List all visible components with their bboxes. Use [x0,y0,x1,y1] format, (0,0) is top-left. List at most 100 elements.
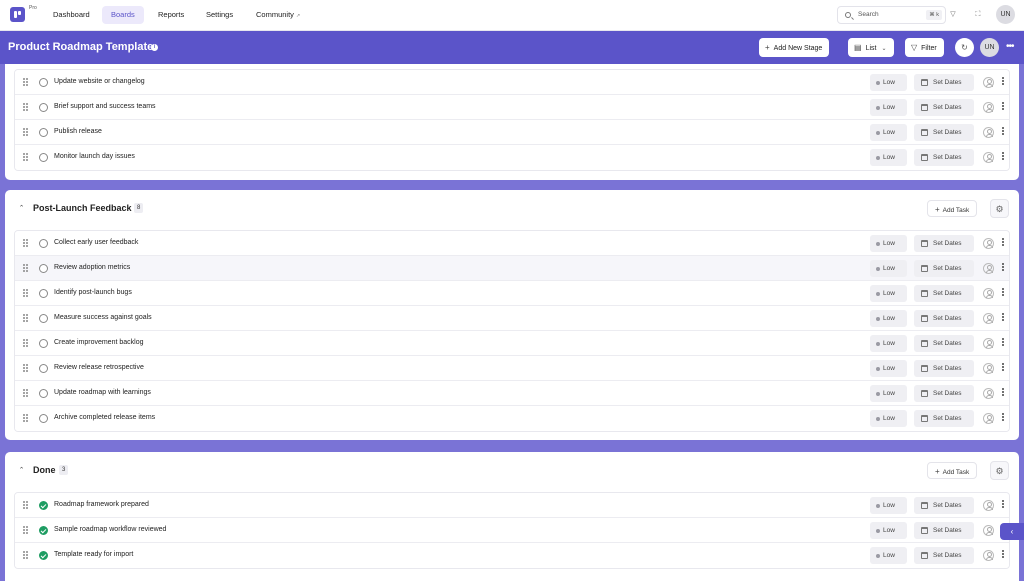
set-dates-button[interactable]: Set Dates [914,285,974,302]
task-more-icon[interactable] [1001,412,1005,424]
assignee-icon[interactable] [983,288,994,299]
gear-icon[interactable]: ⚙ [990,199,1009,218]
task-more-icon[interactable] [1001,387,1005,399]
task-name[interactable]: Sample roadmap workflow reviewed [54,526,166,533]
task-name[interactable]: Monitor launch day issues [54,153,135,160]
task-checkbox[interactable] [39,289,48,298]
drag-handle-icon[interactable] [23,78,29,87]
drag-handle-icon[interactable] [23,414,29,423]
assignee-icon[interactable] [983,500,994,511]
task-name[interactable]: Archive completed release items [54,414,155,421]
assignee-icon[interactable] [983,102,994,113]
set-dates-button[interactable]: Set Dates [914,410,974,427]
set-dates-button[interactable]: Set Dates [914,360,974,377]
set-dates-button[interactable]: Set Dates [914,335,974,352]
drag-handle-icon[interactable] [23,239,29,248]
priority-badge[interactable]: Low [870,385,907,402]
priority-badge[interactable]: Low [870,410,907,427]
task-name[interactable]: Create improvement backlog [54,339,144,346]
task-more-icon[interactable] [1001,362,1005,374]
task-checkbox[interactable] [39,389,48,398]
search-input[interactable]: Search ⌘ k [837,6,946,24]
assignee-icon[interactable] [983,152,994,163]
task-row[interactable]: Review release retrospective Low Set Dates [15,356,1009,381]
assignee-icon[interactable] [983,77,994,88]
nav-settings[interactable]: Settings [197,6,242,24]
priority-badge[interactable]: Low [870,74,907,91]
drag-handle-icon[interactable] [23,264,29,273]
task-checkbox[interactable] [39,128,48,137]
task-name[interactable]: Review adoption metrics [54,264,130,271]
gear-icon[interactable]: ⚙ [990,461,1009,480]
priority-badge[interactable]: Low [870,522,907,539]
task-row[interactable]: Roadmap framework prepared Low Set Dates [15,493,1009,518]
task-more-icon[interactable] [1001,287,1005,299]
task-name[interactable]: Update website or changelog [54,78,145,85]
drag-handle-icon[interactable] [23,289,29,298]
task-more-icon[interactable] [1001,262,1005,274]
assignee-icon[interactable] [983,338,994,349]
set-dates-button[interactable]: Set Dates [914,547,974,564]
task-checkbox[interactable] [39,551,48,560]
add-task-button[interactable]: + Add Task [927,200,978,217]
task-row[interactable]: Identify post-launch bugs Low Set Dates [15,281,1009,306]
drag-handle-icon[interactable] [23,103,29,112]
task-checkbox[interactable] [39,339,48,348]
task-checkbox[interactable] [39,264,48,273]
task-row[interactable]: Create improvement backlog Low Set Dates [15,331,1009,356]
assignee-icon[interactable] [983,413,994,424]
set-dates-button[interactable]: Set Dates [914,149,974,166]
task-more-icon[interactable] [1001,126,1005,138]
task-row[interactable]: Measure success against goals Low Set Date… [15,306,1009,331]
nav-community[interactable]: Community ↗ [247,6,309,24]
bell-icon[interactable]: ▽ [945,7,961,23]
task-more-icon[interactable] [1001,549,1005,561]
task-row[interactable]: Monitor launch day issues Low Set Dates [15,145,1009,170]
task-name[interactable]: Review release retrospective [54,364,144,371]
task-row[interactable]: Brief support and success teams Low Set Da… [15,95,1009,120]
drag-handle-icon[interactable] [23,364,29,373]
add-task-button[interactable]: + Add Task [927,462,978,479]
priority-badge[interactable]: Low [870,260,907,277]
task-row[interactable]: Update roadmap with learnings Low Set Date… [15,381,1009,406]
priority-badge[interactable]: Low [870,335,907,352]
set-dates-button[interactable]: Set Dates [914,99,974,116]
collapse-panel-chevron-left-icon[interactable]: ‹ [1000,523,1024,540]
task-name[interactable]: Template ready for import [54,551,133,558]
drag-handle-icon[interactable] [23,314,29,323]
user-avatar[interactable]: UN [996,5,1015,24]
view-select[interactable]: ▤ List ⌄ [848,38,894,57]
task-row[interactable]: Archive completed release items Low Set Da… [15,406,1009,431]
assignee-icon[interactable] [983,127,994,138]
task-checkbox[interactable] [39,501,48,510]
drag-handle-icon[interactable] [23,128,29,137]
priority-badge[interactable]: Low [870,547,907,564]
task-name[interactable]: Publish release [54,128,102,135]
set-dates-button[interactable]: Set Dates [914,235,974,252]
set-dates-button[interactable]: Set Dates [914,74,974,91]
header-user-avatar[interactable]: UN [980,38,999,57]
task-checkbox[interactable] [39,78,48,87]
task-more-icon[interactable] [1001,312,1005,324]
task-more-icon[interactable] [1001,337,1005,349]
priority-badge[interactable]: Low [870,235,907,252]
assignee-icon[interactable] [983,313,994,324]
task-checkbox[interactable] [39,314,48,323]
task-row[interactable]: Collect early user feedback Low Set Dates [15,231,1009,256]
filter-button[interactable]: ▽ Filter [905,38,944,57]
task-name[interactable]: Measure success against goals [54,314,152,321]
task-row[interactable]: Template ready for import Low Set Dates [15,543,1009,568]
drag-handle-icon[interactable] [23,551,29,560]
task-row[interactable]: Review adoption metrics Low Set Dates [15,256,1009,281]
drag-handle-icon[interactable] [23,339,29,348]
info-icon[interactable]: i [151,44,158,51]
assignee-icon[interactable] [983,363,994,374]
drag-handle-icon[interactable] [23,501,29,510]
task-row[interactable]: Update website or changelog Low Set Dates [15,70,1009,95]
set-dates-button[interactable]: Set Dates [914,497,974,514]
task-checkbox[interactable] [39,526,48,535]
task-name[interactable]: Update roadmap with learnings [54,389,151,396]
chevron-up-icon[interactable]: ⌃ [16,465,27,476]
set-dates-button[interactable]: Set Dates [914,522,974,539]
priority-badge[interactable]: Low [870,360,907,377]
